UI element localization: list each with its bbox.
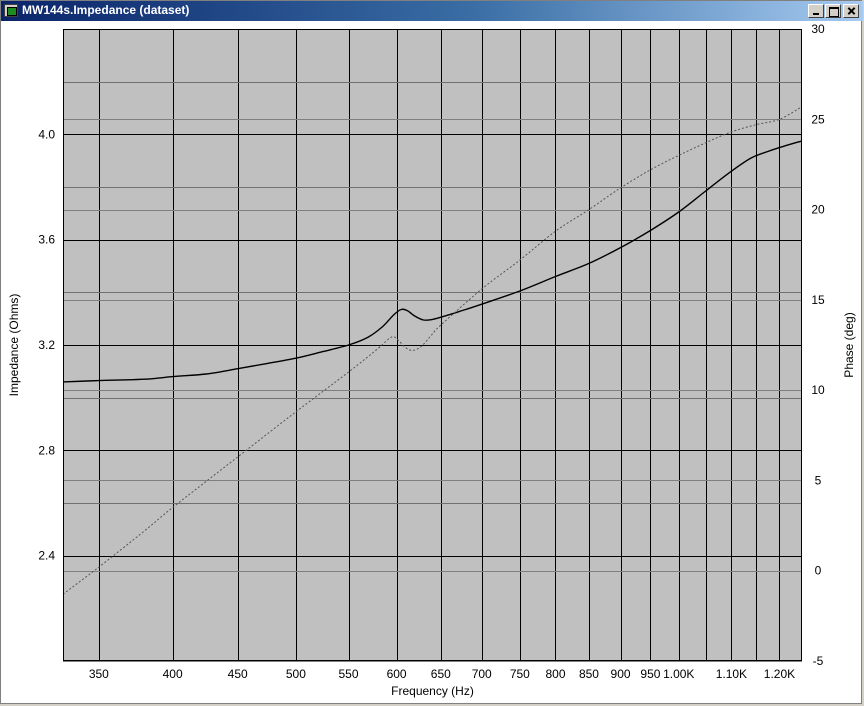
x-tick-label: 1.20K bbox=[764, 667, 795, 681]
y-tick-label: 3.6 bbox=[38, 233, 55, 247]
minimize-icon[interactable] bbox=[808, 4, 824, 18]
y2-tick-label: 20 bbox=[811, 203, 825, 217]
y-tick-label: 2.4 bbox=[38, 549, 55, 563]
x-tick-label: 350 bbox=[89, 667, 109, 681]
x-axis-ticks: 350 400 450 500 550 600 650 700 750 800 850 900 950 1… bbox=[89, 667, 795, 681]
maximize-icon[interactable] bbox=[825, 4, 841, 18]
y-axis-ticks: 2.4 2.8 3.2 3.6 4.0 bbox=[38, 127, 55, 562]
close-icon[interactable] bbox=[843, 4, 859, 18]
x-tick-label: 900 bbox=[611, 667, 631, 681]
x-tick-label: 750 bbox=[510, 667, 530, 681]
y2-tick-label: -5 bbox=[813, 654, 824, 668]
y2-axis-ticks: -5 0 5 10 15 20 25 30 bbox=[811, 22, 825, 668]
x-tick-label: 600 bbox=[387, 667, 407, 681]
y-tick-label: 2.8 bbox=[38, 443, 55, 457]
x-tick-label: 1.00K bbox=[663, 667, 694, 681]
x-tick-label: 500 bbox=[286, 667, 306, 681]
x-tick-label: 400 bbox=[163, 667, 183, 681]
impedance-window: MW144s.Impedance (dataset) 350 400 450 500 5… bbox=[0, 0, 863, 704]
y-tick-label: 3.2 bbox=[38, 338, 55, 352]
x-tick-label: 550 bbox=[339, 667, 359, 681]
y2-tick-label: 30 bbox=[811, 22, 825, 36]
y2-tick-label: 15 bbox=[811, 293, 825, 307]
y2-axis-label: Phase (deg) bbox=[842, 312, 856, 377]
y2-tick-label: 5 bbox=[815, 473, 822, 487]
impedance-chart: 350 400 450 500 550 600 650 700 750 800 850 900 950 1… bbox=[7, 22, 856, 698]
title-bar[interactable]: MW144s.Impedance (dataset) bbox=[1, 1, 863, 21]
x-tick-label: 950 bbox=[640, 667, 660, 681]
x-tick-label: 1.10K bbox=[716, 667, 747, 681]
y-axis-label: Impedance (Ohms) bbox=[7, 294, 21, 397]
window-title: MW144s.Impedance (dataset) bbox=[22, 3, 190, 17]
x-tick-label: 700 bbox=[472, 667, 492, 681]
x-tick-label: 450 bbox=[228, 667, 248, 681]
x-axis-label: Frequency (Hz) bbox=[391, 684, 474, 698]
x-tick-label: 800 bbox=[545, 667, 565, 681]
y2-tick-label: 0 bbox=[815, 564, 822, 578]
x-tick-label: 850 bbox=[579, 667, 599, 681]
y-tick-label: 4.0 bbox=[38, 127, 55, 141]
app-icon[interactable] bbox=[4, 4, 18, 17]
x-tick-label: 650 bbox=[431, 667, 451, 681]
y2-tick-label: 25 bbox=[811, 112, 825, 126]
y2-tick-label: 10 bbox=[811, 383, 825, 397]
